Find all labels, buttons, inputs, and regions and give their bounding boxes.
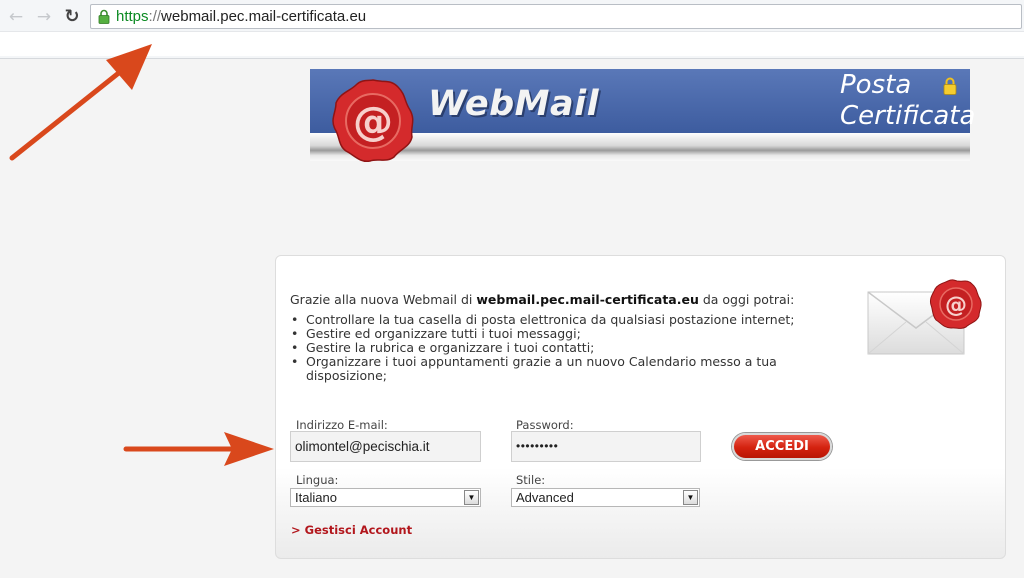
list-item: Gestire ed organizzare tutti i tuoi mess…: [290, 327, 830, 342]
intro-domain: webmail.pec.mail-certificata.eu: [476, 292, 699, 307]
password-field[interactable]: •••••••••: [511, 431, 701, 462]
url-text: https://webmail.pec.mail-certificata.eu: [116, 8, 366, 25]
style-label: Stile:: [516, 473, 546, 487]
forward-icon[interactable]: →: [34, 7, 54, 27]
svg-text:@: @: [353, 99, 393, 145]
list-item: Controllare la tua casella di posta elet…: [290, 313, 830, 328]
style-select[interactable]: Advanced ▼: [511, 488, 700, 507]
features-list: Controllare la tua casella di posta elet…: [290, 313, 830, 383]
style-value: Advanced: [516, 490, 574, 505]
intro-prefix: Grazie alla nuova Webmail di: [290, 292, 477, 307]
login-panel: Grazie alla nuova Webmail di webmail.pec…: [275, 255, 1006, 559]
intro-text: Grazie alla nuova Webmail di webmail.pec…: [290, 293, 810, 307]
language-label: Lingua:: [296, 473, 339, 487]
list-item: Organizzare i tuoi appuntamenti grazie a…: [290, 355, 830, 383]
address-bar[interactable]: https://webmail.pec.mail-certificata.eu: [90, 4, 1022, 29]
brand-logo: WebMail: [428, 84, 600, 124]
language-select[interactable]: Italiano ▼: [290, 488, 481, 507]
back-icon[interactable]: ←: [6, 7, 26, 27]
webmail-banner: @ WebMail Posta Certificata: [310, 69, 975, 163]
wax-seal-icon: @: [332, 79, 414, 163]
annotation-arrow-top: [9, 44, 152, 161]
language-value: Italiano: [295, 490, 337, 505]
email-field[interactable]: [290, 431, 481, 462]
password-label: Password:: [516, 418, 574, 432]
annotation-arrow-left: [123, 432, 274, 466]
lock-icon: [98, 9, 110, 24]
list-item: Gestire la rubrica e organizzare i tuoi …: [290, 341, 830, 356]
accedi-button[interactable]: ACCEDI: [732, 433, 832, 460]
chevron-down-icon[interactable]: ▼: [683, 490, 698, 505]
tagline-line-2: Certificata: [840, 101, 976, 131]
reload-icon[interactable]: ↻: [62, 7, 82, 27]
svg-text:@: @: [945, 293, 967, 318]
url-separator: ://: [148, 8, 162, 25]
url-protocol: https: [116, 8, 149, 25]
email-label: Indirizzo E-mail:: [296, 418, 388, 432]
padlock-icon: [943, 77, 957, 95]
intro-suffix: da oggi potrai:: [698, 292, 795, 307]
chevron-down-icon[interactable]: ▼: [464, 490, 479, 505]
envelope-icon: @: [867, 279, 982, 355]
manage-account-link[interactable]: > Gestisci Account: [291, 523, 412, 537]
url-host: webmail.pec.mail-certificata.eu: [161, 8, 367, 25]
